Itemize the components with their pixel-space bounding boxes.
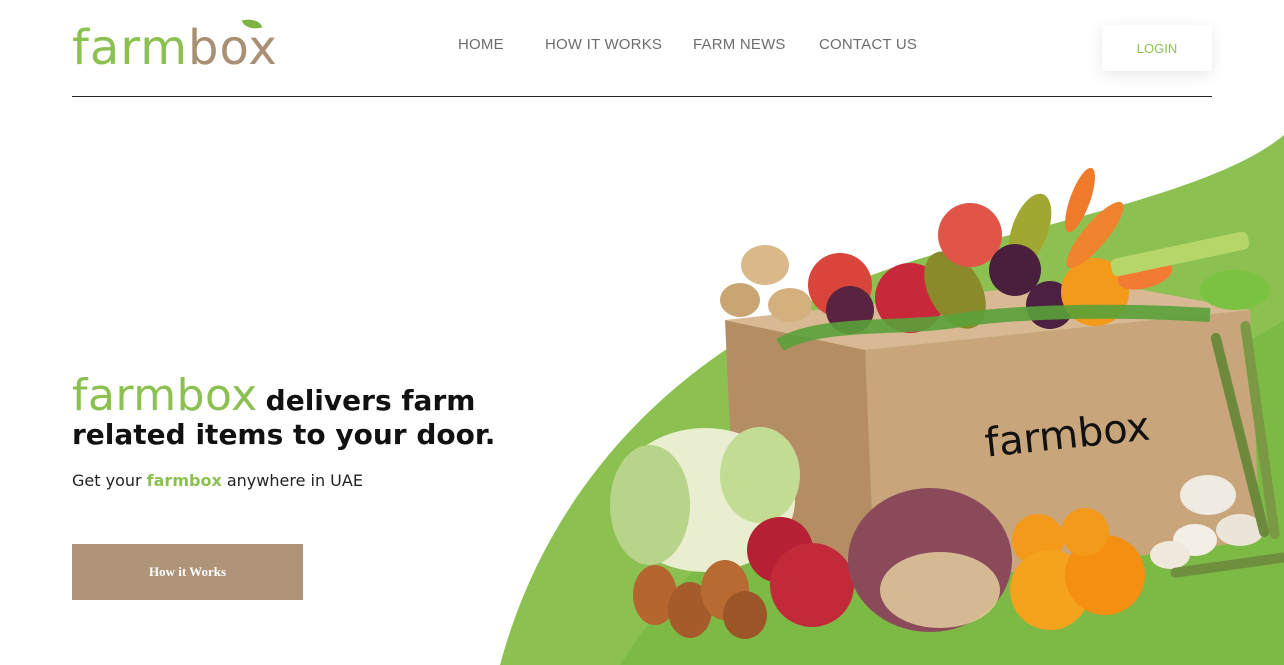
headline-line-2: related items to your door.: [72, 418, 496, 452]
mushroom-icon: [1180, 475, 1236, 515]
nav-contact-us[interactable]: CONTACT US: [819, 36, 917, 53]
nav-home[interactable]: HOME: [458, 36, 504, 53]
cauliflower-leaf-2: [720, 427, 800, 523]
logo-farm-text: farm: [72, 20, 188, 76]
hero-text: farmbox delivers farm related items to yo…: [72, 370, 532, 490]
potato-icon-2: [720, 283, 760, 317]
mushroom-icon-4: [1150, 541, 1190, 569]
subline-brand: farmbox: [146, 471, 222, 491]
hero-image: farmbox: [490, 120, 1284, 665]
nav-how-it-works[interactable]: HOW IT WORKS: [545, 36, 662, 53]
farmbox-logo[interactable]: farm box: [72, 15, 278, 78]
hero-subline: Get your farmbox anywhere in UAE: [72, 471, 532, 490]
onion-icon-4: [723, 591, 767, 639]
turnip-highlight: [880, 552, 1000, 628]
nav-farm-news[interactable]: FARM NEWS: [693, 36, 786, 53]
header-divider: [72, 96, 1212, 97]
site-header: farm box HOME HOW IT WORKS FARM NEWS CONT…: [0, 0, 1284, 98]
pomegranate-icon-2: [770, 543, 854, 627]
how-it-works-button[interactable]: How it Works: [72, 544, 303, 600]
orange-icon-5: [1061, 508, 1109, 556]
potato-icon-3: [768, 288, 812, 322]
subline-suffix: anywhere in UAE: [221, 471, 363, 491]
logo-box-text: box: [188, 15, 278, 78]
lettuce-leaf-icon: [1200, 270, 1270, 310]
subline-prefix: Get your: [72, 471, 147, 491]
headline-line-1: delivers farm: [265, 384, 476, 417]
headline-brand: farmbox: [72, 370, 258, 421]
cauliflower-leaf: [610, 445, 690, 565]
login-button[interactable]: LOGIN: [1102, 25, 1212, 71]
produce-box-illustration: farmbox: [500, 135, 1284, 665]
potato-icon: [741, 245, 789, 285]
hero-headline: farmbox delivers farm related items to yo…: [72, 370, 532, 452]
